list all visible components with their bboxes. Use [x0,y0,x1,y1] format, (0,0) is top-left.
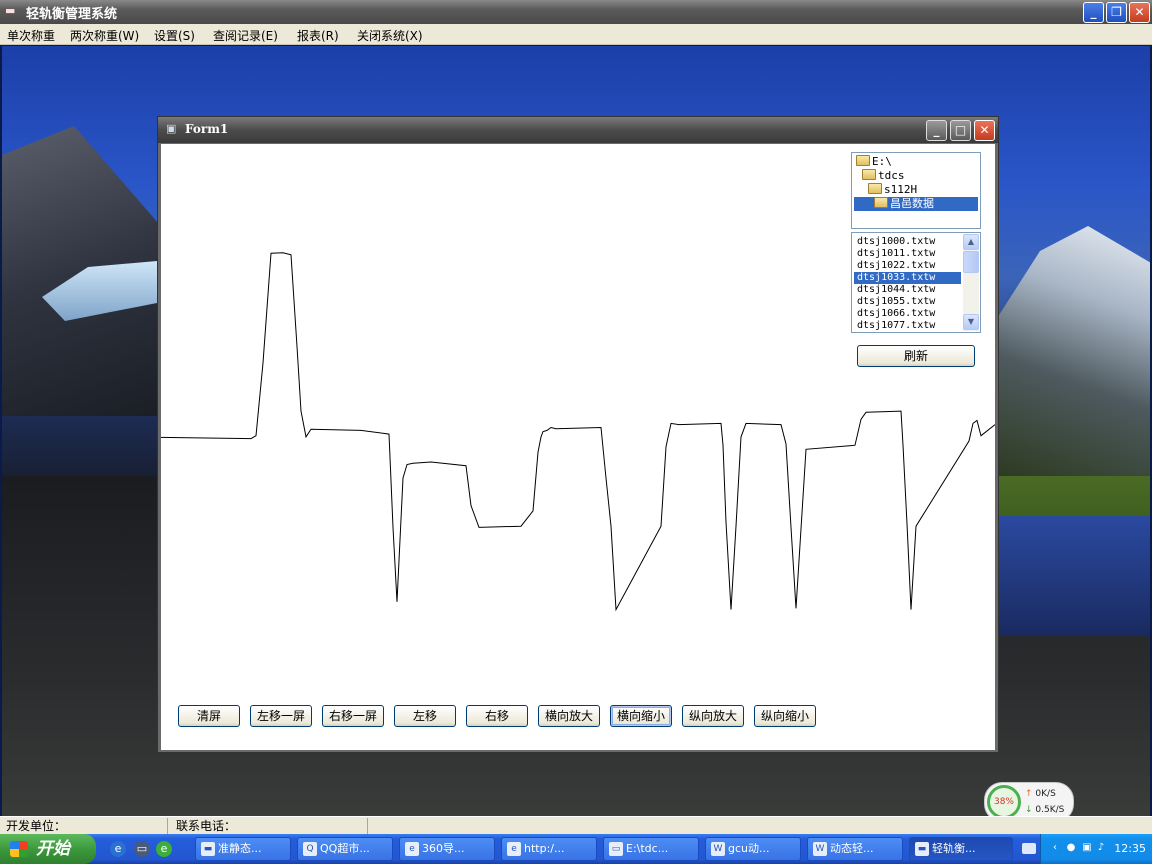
folder-icon: ▭ [609,842,623,856]
menu-view-records[interactable]: 查阅记录(E) [213,27,278,44]
move-left-button[interactable]: 左移 [394,705,456,727]
list-item-selected[interactable]: dtsj1033.txtw [854,272,961,284]
clock: 12:35 [1114,842,1146,855]
upload-speed: ↑ 0K/S [1025,789,1056,799]
list-item[interactable]: dtsj1011.txtw [854,248,961,260]
train-icon: ▬ [5,4,16,17]
ie-icon[interactable]: e [110,841,126,857]
form1-title: Form1 [185,122,229,136]
menu-bar: 单次称重 两次称重(W) 设置(S) 查阅记录(E) 报表(R) 关闭系统(X) [0,24,1152,45]
file-list[interactable]: dtsj1000.txtw dtsj1011.txtw dtsj1022.txt… [851,232,981,333]
refresh-button[interactable]: 刷新 [857,345,975,367]
menu-settings[interactable]: 设置(S) [154,27,195,44]
360-browser-icon[interactable]: e [156,841,172,857]
taskbar-item[interactable]: Q QQ超市... [297,837,393,861]
network-icon[interactable]: ▣ [1081,842,1093,854]
system-tray: ‹ ● ▣ ♪ 12:35 [1040,834,1152,864]
scroll-right-page-button[interactable]: 右移一屏 [322,705,384,727]
browser-icon: e [507,842,521,856]
zoom-out-horizontal-button[interactable]: 横向缩小 [610,705,672,727]
qq-icon: Q [303,842,317,856]
form-close-button[interactable]: ✕ [974,120,995,141]
scroll-up-arrow-icon[interactable]: ▲ [963,234,979,250]
form1-client-area: E:\ tdcs s112H 昌邑数据 dtsj1000.txtw dtsj10… [161,144,995,750]
download-speed: ↓ 0.5K/S [1025,805,1065,815]
file-list-scrollbar[interactable]: ▲ ▼ [963,234,979,331]
minimize-button[interactable]: _ [1083,2,1104,23]
taskbar-item[interactable]: ▬ 准静态... [195,837,291,861]
status-bar: 开发单位： 联系电话： [0,816,1152,834]
scroll-left-page-button[interactable]: 左移一屏 [250,705,312,727]
taskbar-item[interactable]: W 动态轻... [807,837,903,861]
taskbar-item-active[interactable]: ▬ 轻轨衡... [909,837,1013,861]
zoom-out-vertical-button[interactable]: 纵向缩小 [754,705,816,727]
list-item[interactable]: dtsj1022.txtw [854,260,961,272]
form-maximize-button[interactable]: □ [950,120,971,141]
list-item[interactable]: dtsj1000.txtw [854,236,961,248]
form-minimize-button[interactable]: _ [926,120,947,141]
tree-node-drive[interactable]: E:\ [856,155,892,169]
word-doc-icon: W [813,842,827,856]
taskbar-item[interactable]: ▭ E:\tdc... [603,837,699,861]
list-item[interactable]: dtsj1066.txtw [854,308,961,320]
folder-tree[interactable]: E:\ tdcs s112H 昌邑数据 [851,152,981,229]
taskbar-item[interactable]: e http:/... [501,837,597,861]
menu-close-system[interactable]: 关闭系统(X) [357,27,423,44]
status-dev-unit: 开发单位： [0,818,168,834]
chevron-left-icon[interactable]: ‹ [1049,842,1061,854]
menu-reports[interactable]: 报表(R) [297,27,339,44]
tree-node-s112h[interactable]: s112H [868,183,917,197]
train-icon: ▬ [201,842,215,856]
mountain-right [992,226,1150,476]
form-icon: ▣ [166,122,177,135]
move-right-button[interactable]: 右移 [466,705,528,727]
lake-right [997,516,1150,636]
arrow-up-icon: ↑ [1025,789,1033,799]
restore-button[interactable]: ❐ [1106,2,1127,23]
clear-screen-button[interactable]: 清屏 [178,705,240,727]
taskbar: 开始 e ▭ e ▬ 准静态... Q QQ超市... e 360导... e http… [0,834,1152,864]
scroll-thumb[interactable] [963,251,979,273]
list-item[interactable]: dtsj1044.txtw [854,284,961,296]
show-desktop-icon[interactable]: ▭ [134,841,150,857]
tree-node-tdcs[interactable]: tdcs [862,169,905,183]
qq-tray-icon[interactable]: ● [1065,842,1077,854]
folder-open-icon [874,197,888,208]
close-button[interactable]: ✕ [1129,2,1150,23]
start-button[interactable]: 开始 [0,834,96,864]
cpu-gauge: 38% [987,785,1021,819]
status-contact: 联系电话： [170,818,368,834]
taskbar-item[interactable]: Wgcu动... [705,837,801,861]
tree-node-changyi-data[interactable]: 昌邑数据 [854,197,978,211]
volume-icon[interactable]: ♪ [1095,842,1107,854]
word-doc-icon: W [711,842,725,856]
keyboard-icon[interactable] [1022,843,1036,854]
form1-window: ▣ Form1 _ □ ✕ E:\ tdcs s112H 昌邑数据 dtsj10… [157,116,999,753]
menu-single-weigh[interactable]: 单次称重 [7,27,55,44]
windows-logo-icon [10,841,28,857]
browser-icon: e [405,842,419,856]
zoom-in-horizontal-button[interactable]: 横向放大 [538,705,600,727]
scroll-down-arrow-icon[interactable]: ▼ [963,314,979,330]
app-title: 轻轨衡管理系统 [26,7,118,22]
list-item[interactable]: dtsj1055.txtw [854,296,961,308]
list-item[interactable]: dtsj1077.txtw [854,320,961,332]
zoom-in-vertical-button[interactable]: 纵向放大 [682,705,744,727]
folder-open-icon [856,155,870,166]
form1-titlebar[interactable]: ▣ Form1 _ □ ✕ [158,117,998,143]
folder-open-icon [868,183,882,194]
folder-open-icon [862,169,876,180]
menu-double-weigh[interactable]: 两次称重(W) [70,27,139,44]
taskbar-item[interactable]: e 360导... [399,837,495,861]
app-titlebar[interactable]: ▬ 轻轨衡管理系统 _ ❐ ✕ [0,0,1152,24]
arrow-down-icon: ↓ [1025,805,1033,815]
train-icon: ▬ [915,842,929,856]
